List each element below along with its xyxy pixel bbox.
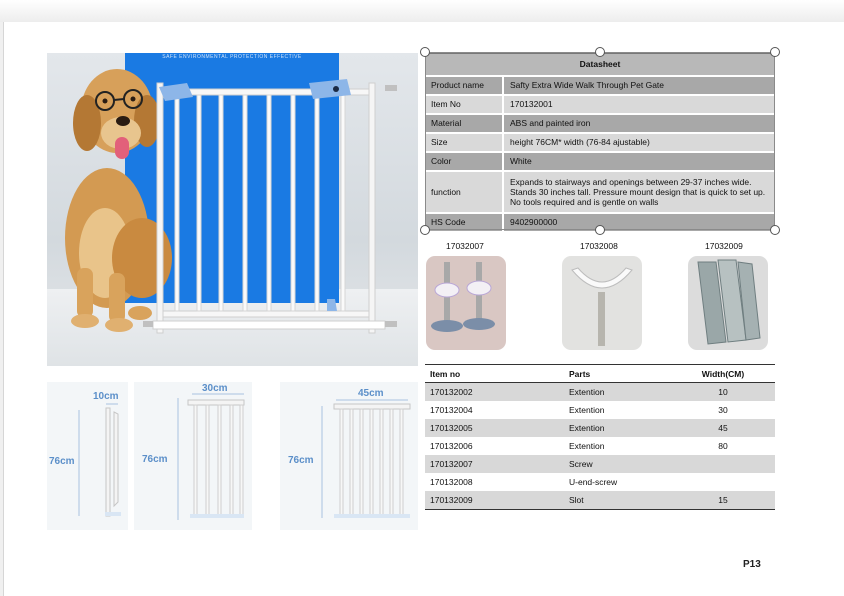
row-key: Item No (425, 94, 504, 115)
height-label: 76cm (49, 456, 75, 467)
table-header-row: Item no Parts Width(CM) (425, 364, 775, 383)
row-key: Product name (425, 75, 504, 96)
cell-width (671, 454, 775, 473)
extension-diagram-10cm: 76cm 10cm (47, 382, 128, 530)
width-label: 10cm (93, 391, 119, 402)
row-value: White (503, 151, 775, 172)
column-header: Item no (425, 364, 564, 383)
cell-part: Screw (564, 454, 671, 473)
height-label: 76cm (142, 454, 168, 465)
table-row: Material ABS and painted iron (425, 113, 775, 134)
cell-width: 10 (671, 382, 775, 401)
table-row: 170132007 Screw (425, 454, 775, 473)
table-row: Size height 76CM* width (76-84 ajustable) (425, 132, 775, 153)
row-key: Color (425, 151, 504, 172)
table-row: Product name Safty Extra Wide Walk Throug… (425, 75, 775, 96)
datasheet-table: Datasheet Product name Safty Extra Wide W… (425, 53, 775, 233)
resize-handle-bottom-right[interactable] (770, 225, 780, 235)
product-photo: SAFE ENVIRONMENTAL PROTECTION EFFECTIVE (47, 53, 418, 366)
dog-and-gate-illustration (65, 69, 397, 334)
table-row: 170132006 Extention 80 (425, 436, 775, 455)
resize-handle-bottom-center[interactable] (595, 225, 605, 235)
row-key: HS Code (425, 212, 504, 233)
part-code-label: 17032008 (580, 241, 618, 251)
row-value: ABS and painted iron (503, 113, 775, 134)
cell-item-no: 170132002 (425, 382, 564, 401)
slot-photo (688, 256, 768, 350)
screw-illustration (431, 262, 495, 332)
row-value: height 76CM* width (76-84 ajustable) (503, 132, 775, 153)
cell-part: Extention (564, 382, 671, 401)
cell-part: Extention (564, 400, 671, 419)
cell-width (671, 472, 775, 491)
cell-item-no: 170132008 (425, 472, 564, 491)
row-value: Expands to stairways and openings betwee… (503, 170, 775, 214)
table-row: 170132002 Extention 10 (425, 382, 775, 401)
cell-width: 15 (671, 490, 775, 509)
width-label: 45cm (358, 388, 384, 399)
cell-part: Slot (564, 490, 671, 509)
parts-table: Item no Parts Width(CM) 170132002 Extenti… (425, 364, 775, 509)
table-row: 170132005 Extention 45 (425, 418, 775, 437)
table-row: Item No 170132001 (425, 94, 775, 115)
width-label: 30cm (202, 383, 228, 394)
table-row: Color White (425, 151, 775, 172)
top-band (0, 0, 844, 22)
row-value: 9402900000 (503, 212, 775, 233)
row-value: Safty Extra Wide Walk Through Pet Gate (503, 75, 775, 96)
cell-part: Extention (564, 436, 671, 455)
extension-diagram-45cm: 76cm 45cm (280, 382, 418, 530)
page-number: P13 (743, 559, 761, 570)
part-code-label: 17032009 (705, 241, 743, 251)
cell-part: U-end-screw (564, 472, 671, 491)
row-key: function (425, 170, 504, 214)
slot-illustration (697, 259, 761, 345)
cell-part: Extention (564, 418, 671, 437)
cell-width: 45 (671, 418, 775, 437)
cell-width: 30 (671, 400, 775, 419)
resize-handle-bottom-left[interactable] (420, 225, 430, 235)
resize-handle-top-right[interactable] (770, 47, 780, 57)
column-header: Parts (564, 364, 671, 383)
table-row: 170132004 Extention 30 (425, 400, 775, 419)
row-key: Material (425, 113, 504, 134)
cell-width: 80 (671, 436, 775, 455)
extension-diagram-30cm: 76cm 30cm (134, 382, 252, 530)
cell-item-no: 170132009 (425, 490, 564, 509)
cell-item-no: 170132004 (425, 400, 564, 419)
screw-photo (426, 256, 506, 350)
resize-handle-top-left[interactable] (420, 47, 430, 57)
table-row: function Expands to stairways and opening… (425, 170, 775, 214)
cell-item-no: 170132007 (425, 454, 564, 473)
cell-item-no: 170132006 (425, 436, 564, 455)
u-end-screw-photo (562, 256, 642, 350)
table-row: 170132009 Slot 15 (425, 490, 775, 509)
pet-gate-illustration (143, 79, 397, 334)
cell-item-no: 170132005 (425, 418, 564, 437)
row-key: Size (425, 132, 504, 153)
table-bottom-rule (425, 509, 775, 510)
golden-retriever-illustration (65, 69, 172, 332)
row-value: 170132001 (503, 94, 775, 115)
part-code-label: 17032007 (446, 241, 484, 251)
table-row: 170132008 U-end-screw (425, 472, 775, 491)
height-label: 76cm (288, 455, 314, 466)
u-end-screw-illustration (571, 267, 633, 346)
column-header: Width(CM) (671, 364, 775, 383)
resize-handle-top-center[interactable] (595, 47, 605, 57)
